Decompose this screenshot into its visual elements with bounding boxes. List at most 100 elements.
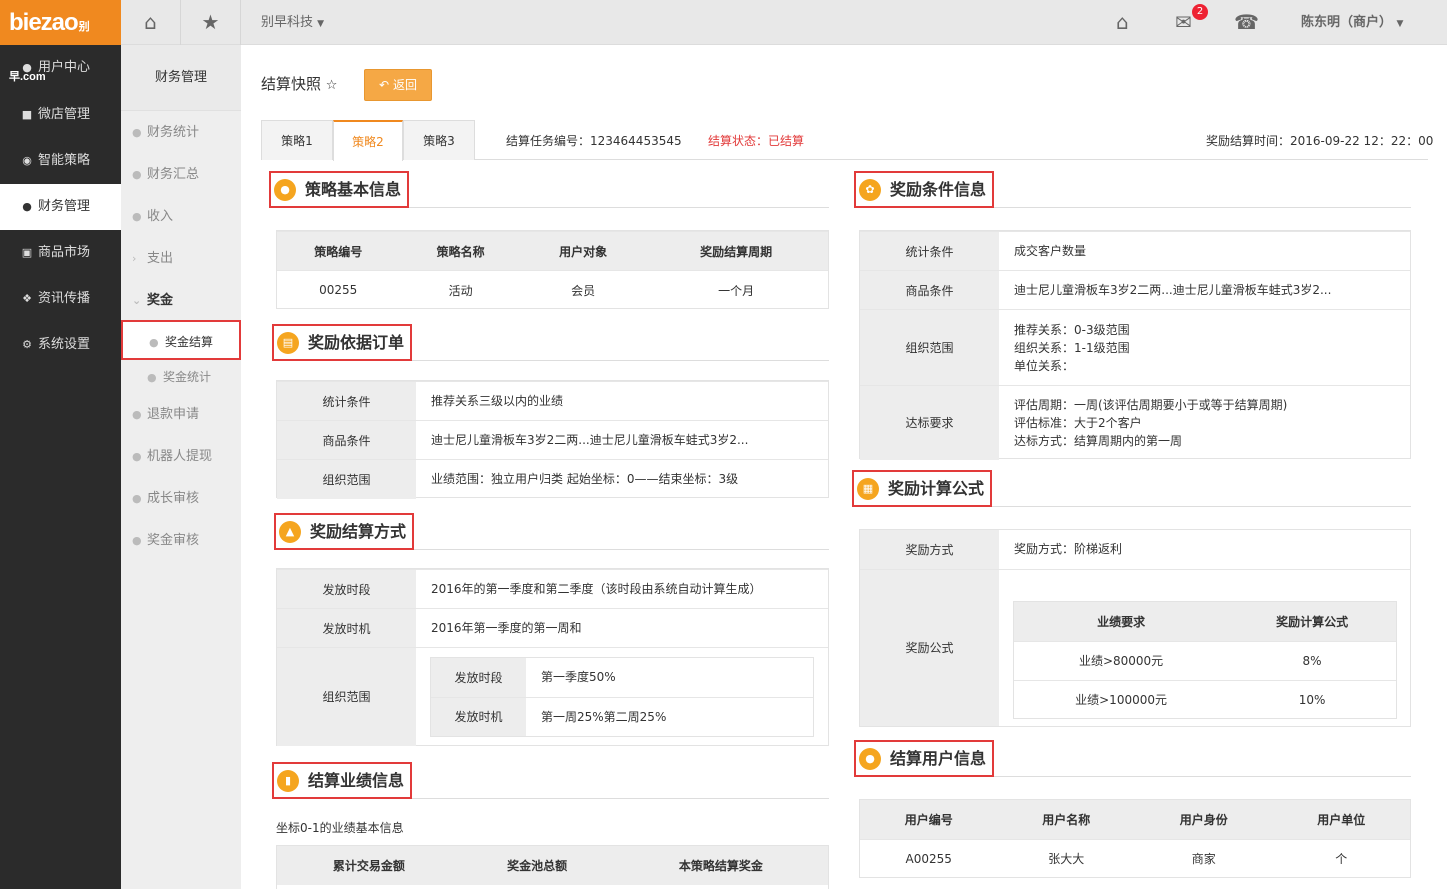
- nav-item-market[interactable]: ▣ 商品市场: [0, 230, 121, 276]
- user-menu[interactable]: 陈东明（商户） ▼: [1301, 0, 1403, 47]
- orders-table: 统计条件 推荐关系三级以内的业绩 商品条件 迪士尼儿童滑板车3岁2二两...迪士尼儿…: [276, 380, 829, 499]
- table-cell: 发放时机: [431, 696, 526, 736]
- sub-item[interactable]: ● 财务汇总: [121, 155, 241, 195]
- back-button[interactable]: ↶ 返回: [364, 69, 432, 101]
- table-cell: 商品条件: [860, 270, 999, 310]
- sub-item[interactable]: ● 财务统计: [121, 113, 241, 153]
- nav-item-strategy[interactable]: ◉ 智能策略: [0, 138, 121, 184]
- nav-item-settings[interactable]: ⚙ 系统设置: [0, 322, 121, 368]
- store-icon: ▣: [21, 246, 33, 259]
- settle-table: 发放时段 2016年的第一季度和第二季度（该时段由系统自动计算生成） 发放时机 20…: [276, 568, 829, 746]
- settle-status: 结算状态：已结算: [708, 134, 805, 148]
- mail-badge: 2: [1192, 4, 1208, 20]
- sub-item[interactable]: ● 奖金审核: [121, 521, 241, 561]
- nav-item-user-center[interactable]: ● 用户中心: [0, 45, 121, 91]
- table-cell: 一个月: [644, 270, 828, 310]
- table-header-cell: 奖金池总额: [460, 846, 614, 885]
- sub-item[interactable]: ● 退款申请: [121, 395, 241, 435]
- table-header-cell: 策略编号: [277, 231, 400, 271]
- nav-item-shop[interactable]: ■ 微店管理: [0, 92, 121, 138]
- table-cell: 第一周25%第二周25%: [526, 696, 813, 736]
- tab-strategy-3[interactable]: 策略3: [403, 120, 475, 160]
- caret-down-icon: ▼: [1396, 19, 1404, 29]
- bar-chart-icon: ▮: [277, 769, 299, 792]
- table-cell: 统计条件: [277, 381, 416, 421]
- basic-info-table: 策略编号 策略名称 用户对象 奖励结算周期 00255 活动 会员 一个月: [276, 230, 829, 310]
- section-conditions: ✿ 奖励条件信息: [854, 171, 1411, 211]
- tab-strategy-1[interactable]: 策略1: [261, 120, 333, 160]
- mail-icon: ✉: [1175, 10, 1192, 34]
- sub-item[interactable]: ● 成长审核: [121, 479, 241, 519]
- table-header-cell: 奖励计算公式: [1228, 602, 1396, 641]
- award-icon: ✿: [859, 178, 881, 201]
- table-cell: 发放时段: [431, 658, 526, 697]
- table-cell: 商家: [1135, 838, 1273, 878]
- formula-inner-table: 业绩要求 奖励计算公式 业绩>80000元 8% 业绩>100000元 10%: [1013, 601, 1397, 719]
- table-cell: 成交客户数量: [999, 231, 1410, 271]
- table-cell: 10%: [1228, 679, 1396, 719]
- support-icon[interactable]: ☎: [1234, 0, 1259, 45]
- mail-button[interactable]: ✉ 2: [1175, 0, 1215, 45]
- star-icon: ★: [201, 10, 220, 34]
- table-header-cell: 用户身份: [1135, 800, 1273, 839]
- table-header-cell: 用户单位: [1272, 800, 1410, 839]
- section-settle-mode: ▲ 奖励结算方式: [274, 513, 829, 553]
- perf-table: 累计交易金额 奖金池总额 本策略结算奖金: [276, 845, 829, 889]
- table-header-cell: 用户编号: [860, 800, 998, 839]
- table-cell: 8%: [1228, 640, 1396, 680]
- perf-note: 坐标0-1的业绩基本信息: [276, 821, 404, 835]
- page-title: 结算快照 ☆: [261, 75, 338, 93]
- table-cell: 个: [1272, 838, 1410, 878]
- table-cell: 00255: [277, 270, 400, 310]
- section-orders: ▤ 奖励依据订单: [272, 324, 829, 364]
- users-table: 用户编号 用户名称 用户身份 用户单位 A00255 张大大 商家个: [859, 799, 1411, 878]
- favorite-button[interactable]: ★: [181, 0, 241, 45]
- company-dropdown[interactable]: 别早科技 ▼: [261, 0, 324, 45]
- strategy-icon: ◉: [22, 154, 32, 167]
- home-button[interactable]: ⌂: [121, 0, 181, 45]
- user-icon: ●: [859, 747, 881, 770]
- table-cell: 活动: [399, 270, 522, 310]
- table-cell: 统计条件: [860, 231, 999, 271]
- settle-time: 奖励结算时间：2016-09-22 12：22：00: [1206, 134, 1434, 148]
- formula-table: 奖励方式 奖励方式：阶梯返利 奖励公式 业绩要求 奖励计算公式 业绩>80000元 8…: [859, 529, 1411, 727]
- top-bar: ⌂ ★ 别早科技 ▼ ⌂ ✉ 2 ☎ 陈东明（商户） ▼: [121, 0, 1447, 45]
- table-cell: 评估周期：一周(该评估周期要小于或等于结算周期) 评估标准：大于2个客户 达标方式：…: [999, 385, 1410, 460]
- task-number: 结算任务编号：123464453545: [506, 134, 682, 148]
- sub-item[interactable]: ● 收入: [121, 197, 241, 237]
- section-users: ● 结算用户信息: [854, 740, 1411, 780]
- table-cell: 2016年第一季度的第一周和: [416, 608, 828, 648]
- sub-item[interactable]: ● 奖金统计: [121, 357, 241, 397]
- table-header-cell: 业绩要求: [1014, 602, 1229, 641]
- home-icon: ⌂: [144, 10, 157, 34]
- table-cell: 2016年的第一季度和第二季度（该时段由系统自动计算生成）: [416, 569, 828, 609]
- section-performance: ▮ 结算业绩信息: [272, 762, 829, 802]
- table-cell: 会员: [521, 270, 645, 310]
- nav-item-finance[interactable]: ● 财务管理: [0, 184, 121, 230]
- sub-item-bonus-group[interactable]: ⌄ 奖金: [121, 281, 241, 321]
- table-cell: 业绩范围：独立用户归类 起始坐标：0——结束坐标：3级: [416, 459, 828, 499]
- table-cell: 组织范围: [277, 647, 416, 746]
- table-cell: 达标要求: [860, 385, 999, 460]
- sub-item[interactable]: ● 机器人提现: [121, 437, 241, 477]
- star-outline-icon[interactable]: ☆: [326, 78, 338, 93]
- sub-sidebar: 财务管理 ● 财务统计 ● 财务汇总 ● 收入 › 支出 ⌄ 奖金 ● 奖金结算 ● 奖金统计…: [121, 45, 241, 889]
- home-link-icon[interactable]: ⌂: [1116, 0, 1129, 45]
- lightbulb-icon: ▲: [279, 520, 301, 543]
- main-sidebar: biezao别早.com ● 用户中心 ■ 微店管理 ◉ 智能策略 ● 财务管理 ▣ 商品…: [0, 0, 121, 889]
- gear-icon: ⚙: [22, 338, 32, 351]
- table-cell: 迪士尼儿童滑板车3岁2二两...迪士尼儿童滑板车蛙式3岁2...: [416, 420, 828, 460]
- chevron-down-icon: ⌄: [132, 294, 142, 307]
- table-header-cell: 奖励结算周期: [644, 231, 828, 271]
- sub-item-bonus-settlement[interactable]: ● 奖金结算: [121, 320, 241, 360]
- table-cell: 商品条件: [277, 420, 416, 460]
- sub-item[interactable]: › 支出: [121, 239, 241, 279]
- logo[interactable]: biezao别早.com: [0, 0, 121, 83]
- nav-item-news[interactable]: ❖ 资讯传播: [0, 276, 121, 322]
- tab-strategy-2[interactable]: 策略2: [333, 120, 403, 161]
- grid-icon: ❖: [22, 292, 32, 305]
- table-cell: A00255: [860, 838, 998, 878]
- table-cell: 迪士尼儿童滑板车3岁2二两...迪士尼儿童滑板车蛙式3岁2...: [999, 270, 1410, 310]
- table-header-cell: 用户名称: [997, 800, 1135, 839]
- table-cell: 业绩>80000元: [1014, 640, 1229, 680]
